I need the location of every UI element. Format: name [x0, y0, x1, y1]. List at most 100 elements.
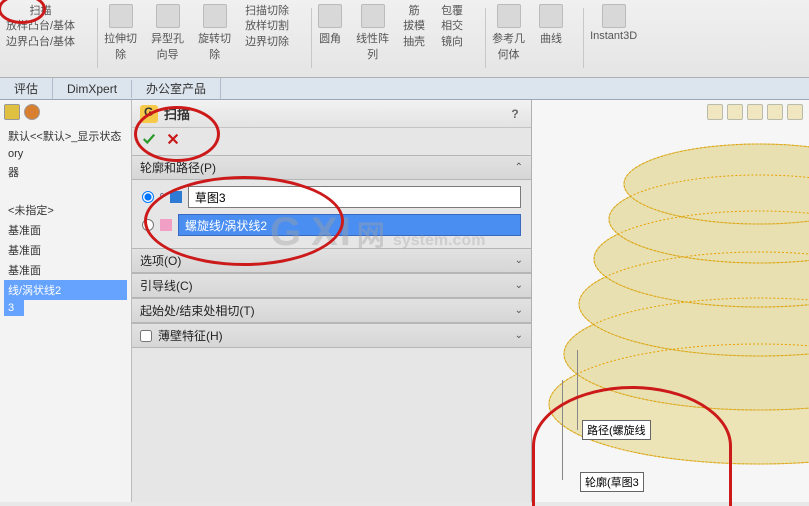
pm-help-button[interactable]: ?	[507, 106, 523, 122]
pm-action-row	[132, 128, 531, 155]
hole-wizard-icon	[156, 4, 180, 28]
ribbon-boundary-boss-label[interactable]: 边界凸台/基体	[6, 35, 75, 50]
graphics-viewport[interactable]: 路径(螺旋线 轮廓(草图3	[532, 100, 809, 502]
ribbon-group-wrap: 包覆 相交 镜向	[441, 4, 463, 50]
feature-tree-tab-icon[interactable]	[4, 104, 20, 120]
linear-pattern-label-1: 线性阵	[356, 30, 389, 46]
pm-section-profile-path[interactable]: 轮廓和路径(P) ⌃	[132, 155, 531, 180]
profile-color-swatch	[170, 191, 182, 203]
callout-leader	[562, 380, 563, 480]
main-area: 默认<<默认>_显示状态 ory 器 <未指定> 基准面 基准面 基准面 线/涡…	[0, 100, 809, 502]
hole-wizard-label-1: 异型孔	[151, 30, 184, 46]
fillet-button[interactable]: 圆角	[318, 4, 342, 46]
fillet-icon	[318, 4, 342, 28]
collapse-chevron-icon: ⌃	[515, 162, 523, 173]
shell-label[interactable]: 抽壳	[403, 35, 425, 50]
wrap-label[interactable]: 包覆	[441, 4, 463, 19]
swept-cut-label[interactable]: 扫描切除	[245, 4, 289, 19]
pm-cancel-button[interactable]	[166, 132, 180, 151]
expand-chevron-icon: ⌄	[515, 280, 523, 291]
tree-material[interactable]: <未指定>	[4, 200, 127, 220]
tree-item-selected[interactable]: 3	[4, 300, 24, 316]
profile-field[interactable]: 草图3	[188, 186, 521, 208]
reference-geometry-icon	[497, 4, 521, 28]
pm-section-startend[interactable]: 起始处/结束处相切(T) ⌄	[132, 298, 531, 323]
pm-section-options-label: 选项(O)	[140, 252, 181, 269]
ribbon-separator	[583, 8, 584, 68]
ribbon-separator	[485, 8, 486, 68]
tab-office[interactable]: 办公室产品	[132, 78, 221, 99]
pm-section-profile-path-label: 轮廓和路径(P)	[140, 159, 216, 176]
linear-pattern-button[interactable]: 线性阵 列	[356, 4, 389, 62]
pm-section-startend-label: 起始处/结束处相切(T)	[140, 302, 255, 319]
fillet-label: 圆角	[319, 30, 341, 46]
reference-geometry-button[interactable]: 参考几 何体	[492, 4, 525, 62]
profile-callout-label: 轮廓(草图3	[580, 472, 644, 492]
linear-pattern-icon	[361, 4, 385, 28]
ribbon-loft-boss-label[interactable]: 放样凸台/基体	[6, 19, 75, 34]
curves-button[interactable]: 曲线	[539, 4, 563, 46]
extruded-cut-button[interactable]: 拉伸切 除	[104, 4, 137, 62]
profile-mini-icon: ᶜ	[160, 191, 164, 203]
pm-section-guides-label: 引导线(C)	[140, 277, 193, 294]
command-tab-strip: 评估 DimXpert 办公室产品	[0, 78, 809, 100]
mirror-label[interactable]: 镜向	[441, 35, 463, 50]
pm-ok-button[interactable]	[142, 132, 156, 151]
revolved-cut-button[interactable]: 旋转切 除	[198, 4, 231, 62]
path-color-swatch	[160, 219, 172, 231]
tree-plane[interactable]: 基准面	[4, 240, 127, 260]
hole-wizard-label-2: 向导	[157, 46, 179, 62]
extruded-cut-label-1: 拉伸切	[104, 30, 137, 46]
feature-tree-panel[interactable]: 默认<<默认>_显示状态 ory 器 <未指定> 基准面 基准面 基准面 线/涡…	[0, 100, 132, 502]
model-preview-graphic	[532, 100, 809, 502]
config-tab-icon[interactable]	[24, 104, 40, 120]
path-field[interactable]: 螺旋线/涡状线2	[178, 214, 521, 236]
revolved-cut-icon	[203, 4, 227, 28]
expand-chevron-icon: ⌄	[515, 255, 523, 266]
tree-plane[interactable]: 基准面	[4, 260, 127, 280]
ribbon-group-boss: 扫描 放样凸台/基体 边界凸台/基体	[6, 4, 75, 50]
ribbon-sweep-label[interactable]: 扫描	[30, 4, 52, 19]
pm-section-options[interactable]: 选项(O) ⌄	[132, 248, 531, 273]
ribbon-separator	[311, 8, 312, 68]
path-radio[interactable]	[142, 219, 154, 231]
profile-radio[interactable]	[142, 191, 154, 203]
ribbon-separator	[97, 8, 98, 68]
draft-label[interactable]: 拔模	[403, 19, 425, 34]
thin-feature-checkbox[interactable]	[140, 330, 152, 342]
instant3d-icon	[602, 4, 626, 28]
tree-plane[interactable]: 基准面	[4, 220, 127, 240]
extruded-cut-icon	[109, 4, 133, 28]
revolved-cut-label-1: 旋转切	[198, 30, 231, 46]
path-radio-row: 螺旋线/涡状线2	[142, 214, 521, 236]
pm-section-thin-label: 薄壁特征(H)	[158, 327, 223, 344]
tree-display-state[interactable]: 默认<<默认>_显示状态	[4, 126, 127, 146]
tree-item[interactable]: ory	[4, 146, 127, 162]
expand-chevron-icon: ⌄	[515, 305, 523, 316]
extruded-cut-label-2: 除	[115, 46, 126, 62]
lofted-cut-label[interactable]: 放样切割	[245, 19, 289, 34]
pm-title-bar: 扫描 ?	[132, 100, 531, 128]
tree-item[interactable]: 器	[4, 162, 127, 182]
sweep-feature-icon	[140, 105, 158, 123]
curves-icon	[539, 4, 563, 28]
tab-evaluate[interactable]: 评估	[0, 78, 53, 99]
reference-geometry-label-2: 何体	[498, 46, 520, 62]
pm-title-text: 扫描	[164, 104, 190, 123]
pm-section-thin[interactable]: 薄壁特征(H) ⌄	[132, 323, 531, 348]
pm-section-guides[interactable]: 引导线(C) ⌄	[132, 273, 531, 298]
boundary-cut-label[interactable]: 边界切除	[245, 35, 289, 50]
tree-helix-selected[interactable]: 线/涡状线2	[4, 280, 127, 300]
intersect-label[interactable]: 相交	[441, 19, 463, 34]
path-callout-label: 路径(螺旋线	[582, 420, 651, 440]
hole-wizard-button[interactable]: 异型孔 向导	[151, 4, 184, 62]
instant3d-label: Instant3D	[590, 30, 637, 42]
ribbon: 扫描 放样凸台/基体 边界凸台/基体 拉伸切 除 异型孔 向导 旋转切 除 扫描…	[0, 0, 809, 78]
property-manager-panel: 扫描 ? 轮廓和路径(P) ⌃ ᶜ 草图3 螺旋	[132, 100, 532, 502]
reference-geometry-label-1: 参考几	[492, 30, 525, 46]
instant3d-button[interactable]: Instant3D	[590, 4, 637, 42]
tab-dimxpert[interactable]: DimXpert	[53, 80, 132, 98]
ribbon-group-rib: 筋 拔模 抽壳	[403, 4, 425, 50]
rib-label[interactable]: 筋	[409, 4, 420, 19]
feature-tree-tab-icons	[4, 104, 127, 120]
